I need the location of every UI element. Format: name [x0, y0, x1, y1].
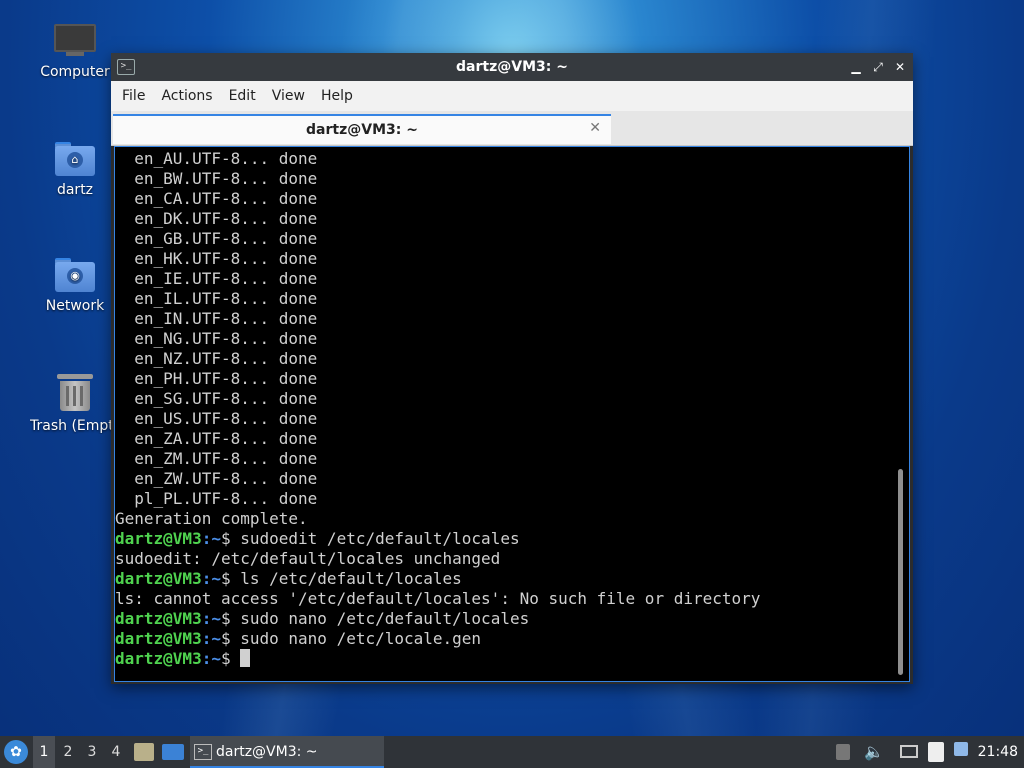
- terminal-line: en_US.UTF-8... done: [115, 409, 318, 428]
- terminal-line: pl_PL.UTF-8... done: [115, 489, 318, 508]
- clipboard-icon[interactable]: [928, 742, 944, 762]
- text-cursor: [240, 649, 251, 667]
- desktop-icon-label: Network: [45, 298, 105, 314]
- menu-view[interactable]: View: [264, 88, 313, 104]
- tab-bar: dartz@VM3: ~ ✕: [111, 111, 913, 146]
- update-notifier-icon[interactable]: [954, 742, 968, 756]
- prompt-command: $ sudoedit /etc/default/locales: [220, 529, 520, 548]
- scrollbar-thumb[interactable]: [898, 469, 903, 675]
- terminal-line: en_ZM.UTF-8... done: [115, 449, 318, 468]
- terminal-output[interactable]: en_AU.UTF-8... done en_BW.UTF-8... done …: [114, 146, 910, 682]
- terminal-command-line: dartz@VM3:~$: [115, 649, 760, 669]
- menu-edit[interactable]: Edit: [221, 88, 264, 104]
- tab-close-icon[interactable]: ✕: [589, 120, 601, 136]
- network-monitor-icon[interactable]: [900, 745, 918, 758]
- desktop-icon-computer[interactable]: Computer: [30, 24, 120, 80]
- taskbar-task-terminal[interactable]: >_ dartz@VM3: ~: [190, 736, 384, 768]
- trash-icon: [57, 374, 93, 412]
- terminal-line: en_CA.UTF-8... done: [115, 189, 318, 208]
- prompt-user: dartz@VM3: [115, 649, 202, 668]
- terminal-line: en_DK.UTF-8... done: [115, 209, 318, 228]
- prompt-user: dartz@VM3: [115, 529, 202, 548]
- workspace-2[interactable]: 2: [57, 736, 79, 768]
- terminal-window: >_ dartz@VM3: ~ ▁ ⤢ ✕ File Actions Edit …: [111, 53, 913, 684]
- prompt-command: $ ls /etc/default/locales: [220, 569, 462, 588]
- window-title: dartz@VM3: ~: [456, 59, 568, 75]
- menu-actions[interactable]: Actions: [153, 88, 220, 104]
- desktop-icon-trash[interactable]: Trash (Empty): [30, 374, 120, 434]
- menubar: File Actions Edit View Help: [111, 81, 913, 111]
- menu-file[interactable]: File: [114, 88, 153, 104]
- menu-help[interactable]: Help: [313, 88, 361, 104]
- terminal-line: en_BW.UTF-8... done: [115, 169, 318, 188]
- terminal-command-line: dartz@VM3:~$ sudoedit /etc/default/local…: [115, 529, 760, 549]
- prompt-command: $ sudo nano /etc/locale.gen: [220, 629, 482, 648]
- terminal-line: en_PH.UTF-8... done: [115, 369, 318, 388]
- prompt-user: dartz@VM3: [115, 609, 202, 628]
- terminal-command-line: dartz@VM3:~$ sudo nano /etc/locale.gen: [115, 629, 760, 649]
- desktop-icon-network[interactable]: ◉ Network: [30, 258, 120, 314]
- desktop-icon-label: Trash (Empty): [30, 418, 120, 434]
- volume-icon[interactable]: 🔈: [864, 736, 884, 768]
- terminal-text: en_AU.UTF-8... done en_BW.UTF-8... done …: [115, 149, 760, 669]
- minimize-button[interactable]: ▁: [847, 58, 865, 76]
- file-manager-launcher-icon[interactable]: [134, 743, 154, 761]
- desktop-icon-home[interactable]: ⌂ dartz: [30, 142, 120, 198]
- show-desktop-icon[interactable]: [162, 744, 184, 760]
- terminal-output-line: ls: cannot access '/etc/default/locales'…: [115, 589, 761, 608]
- clock[interactable]: 21:48: [978, 736, 1018, 768]
- terminal-output-line: sudoedit: /etc/default/locales unchanged: [115, 549, 501, 568]
- terminal-line: en_HK.UTF-8... done: [115, 249, 318, 268]
- desktop-icon-label: Computer: [40, 64, 110, 80]
- terminal-line: en_GB.UTF-8... done: [115, 229, 318, 248]
- prompt-user: dartz@VM3: [115, 569, 202, 588]
- close-button[interactable]: ✕: [891, 58, 909, 76]
- prompt-command: $ sudo nano /etc/default/locales: [220, 609, 530, 628]
- start-menu-button[interactable]: ✿: [4, 740, 28, 764]
- terminal-line: en_SG.UTF-8... done: [115, 389, 318, 408]
- computer-icon: [54, 24, 96, 58]
- terminal-line: en_ZW.UTF-8... done: [115, 469, 318, 488]
- window-titlebar[interactable]: >_ dartz@VM3: ~ ▁ ⤢ ✕: [111, 53, 913, 81]
- terminal-line: en_NZ.UTF-8... done: [115, 349, 318, 368]
- home-folder-icon: ⌂: [55, 142, 95, 176]
- prompt-user: dartz@VM3: [115, 629, 202, 648]
- prompt-path: :~: [201, 629, 221, 648]
- workspace-1[interactable]: 1: [33, 736, 55, 768]
- terminal-line: en_ZA.UTF-8... done: [115, 429, 318, 448]
- desktop-icon-label: dartz: [56, 182, 94, 198]
- terminal-line: en_IN.UTF-8... done: [115, 309, 318, 328]
- workspace-4[interactable]: 4: [105, 736, 127, 768]
- prompt-command: $: [220, 649, 241, 668]
- terminal-line: Generation complete.: [115, 509, 308, 528]
- notes-tray-icon[interactable]: [836, 744, 850, 760]
- prompt-path: :~: [201, 609, 221, 628]
- maximize-button[interactable]: ⤢: [869, 58, 887, 76]
- prompt-path: :~: [201, 649, 221, 668]
- terminal-line: en_IL.UTF-8... done: [115, 289, 318, 308]
- terminal-line: en_AU.UTF-8... done: [115, 149, 318, 168]
- terminal-line: en_NG.UTF-8... done: [115, 329, 318, 348]
- taskbar-task-label: dartz@VM3: ~: [216, 744, 318, 760]
- network-folder-icon: ◉: [55, 258, 95, 292]
- tab-terminal[interactable]: dartz@VM3: ~ ✕: [113, 114, 611, 144]
- taskbar: ✿ 1 2 3 4 >_ dartz@VM3: ~ 🔈 21:48: [0, 736, 1024, 768]
- terminal-command-line: dartz@VM3:~$ ls /etc/default/locales: [115, 569, 760, 589]
- tab-title: dartz@VM3: ~: [306, 122, 418, 138]
- prompt-path: :~: [201, 529, 221, 548]
- prompt-path: :~: [201, 569, 221, 588]
- terminal-line: en_IE.UTF-8... done: [115, 269, 318, 288]
- terminal-command-line: dartz@VM3:~$ sudo nano /etc/default/loca…: [115, 609, 760, 629]
- terminal-task-icon: >_: [194, 744, 212, 760]
- workspace-3[interactable]: 3: [81, 736, 103, 768]
